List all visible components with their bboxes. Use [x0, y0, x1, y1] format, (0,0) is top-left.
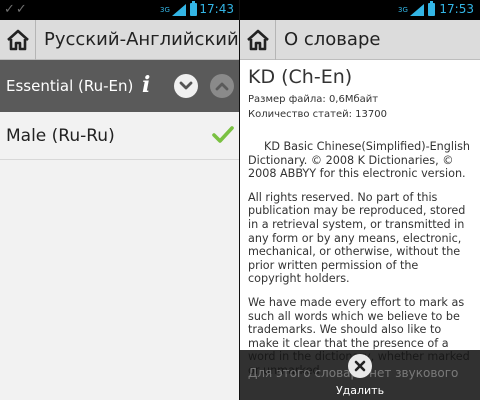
home-button[interactable]: [240, 19, 276, 60]
status-bar: 3G 17:53: [240, 0, 480, 20]
entry-count: Количество статей: 13700: [248, 109, 387, 120]
battery-icon: [428, 1, 435, 16]
clock: 17:43: [199, 2, 234, 16]
signal-icon: [172, 4, 186, 16]
dictionary-name: Essential (Ru-En): [6, 77, 134, 95]
home-icon: [6, 29, 29, 50]
dictionary-description: KD Basic Chinese(Simplified)-English Dic…: [248, 140, 470, 181]
about-content: KD (Ch-En) Размер файла: 0,6Мбайт Количе…: [240, 60, 480, 378]
dictionary-row-selected[interactable]: Essential (Ru-En) i: [0, 60, 240, 112]
close-icon: [354, 360, 366, 372]
clock: 17:53: [439, 2, 474, 16]
page-title: Русский-Английский: [44, 29, 239, 50]
chevron-down-icon: [179, 81, 193, 90]
svg-text:3G: 3G: [398, 6, 408, 14]
action-bar: Русский-Английский: [0, 19, 240, 60]
checkmark-icon: [212, 126, 234, 143]
delete-label[interactable]: Удалить: [240, 384, 480, 397]
info-icon[interactable]: i: [142, 72, 150, 98]
home-button[interactable]: [0, 19, 36, 60]
about-dictionary-screen: 3G 17:53 О словаре KD (Ch-En) Размер фай…: [240, 0, 480, 400]
chevron-up-icon: [215, 82, 229, 91]
home-icon: [246, 29, 269, 50]
rights-notice: All rights reserved. No part of this pub…: [248, 190, 466, 286]
move-down-button[interactable]: [174, 74, 198, 98]
signal-icon: [410, 4, 424, 16]
battery-icon: [190, 1, 197, 16]
page-title: О словаре: [284, 29, 381, 50]
dictionary-title: KD (Ch-En): [248, 66, 353, 88]
dictionary-name: Male (Ru-Ru): [6, 125, 115, 146]
action-bar: О словаре: [240, 19, 480, 60]
status-bar: ✓✓ 3G 17:43: [0, 0, 240, 20]
file-size: Размер файла: 0,6Мбайт: [248, 94, 379, 105]
dictionary-list-screen: ✓✓ 3G 17:43 Русский-Английский Essential…: [0, 0, 240, 400]
delete-button[interactable]: [348, 354, 372, 378]
dictionary-row[interactable]: Male (Ru-Ru): [0, 112, 240, 160]
svg-text:3G: 3G: [160, 6, 170, 14]
notification-check-icons: ✓✓: [4, 2, 28, 17]
delete-bar: Для этого словаря нет звукового Удалить: [240, 350, 480, 400]
move-up-button[interactable]: [210, 74, 234, 98]
